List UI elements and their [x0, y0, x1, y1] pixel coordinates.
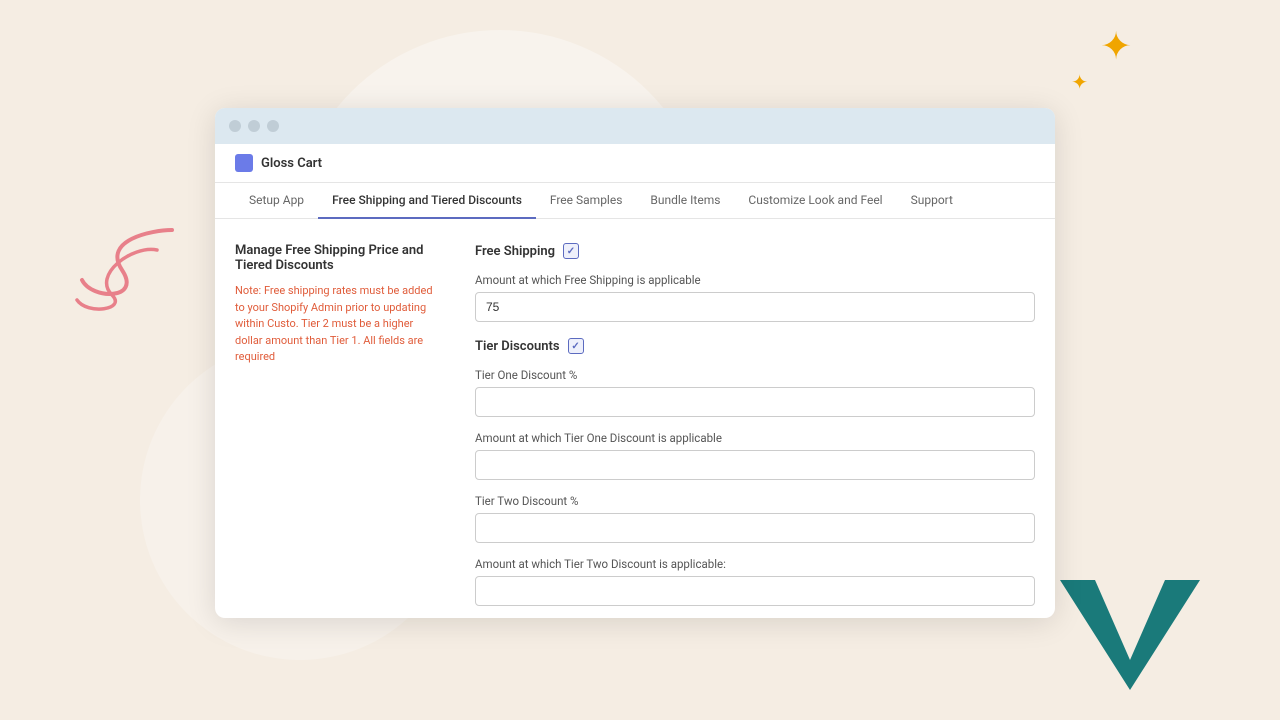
right-panel: Free Shipping Amount at which Free Shipp…: [475, 243, 1035, 594]
tab-customize[interactable]: Customize Look and Feel: [734, 183, 896, 219]
tier-one-amount-label: Amount at which Tier One Discount is app…: [475, 431, 1035, 445]
main-body: Manage Free Shipping Price and Tiered Di…: [215, 219, 1055, 618]
app-header: Gloss Cart: [215, 144, 1055, 183]
nav-tabs: Setup App Free Shipping and Tiered Disco…: [215, 183, 1055, 219]
tier-two-amount-group: Amount at which Tier Two Discount is app…: [475, 557, 1035, 606]
tier-discounts-checkbox[interactable]: [568, 338, 584, 354]
free-shipping-amount-input[interactable]: [475, 292, 1035, 322]
tier-one-amount-input[interactable]: [475, 450, 1035, 480]
free-shipping-label: Free Shipping: [475, 244, 555, 259]
star-large-icon: ✦: [1100, 28, 1132, 66]
tier-discounts-label: Tier Discounts: [475, 339, 560, 354]
squiggle-decoration: [72, 220, 192, 320]
app-logo-icon: [235, 154, 253, 172]
app-content: Gloss Cart Setup App Free Shipping and T…: [215, 144, 1055, 618]
left-panel: Manage Free Shipping Price and Tiered Di…: [235, 243, 435, 594]
tier-two-amount-label: Amount at which Tier Two Discount is app…: [475, 557, 1035, 571]
tab-bundle-items[interactable]: Bundle Items: [636, 183, 734, 219]
tab-free-samples[interactable]: Free Samples: [536, 183, 637, 219]
browser-dot-3: [267, 120, 279, 132]
tier-two-discount-input[interactable]: [475, 513, 1035, 543]
tab-setup-app[interactable]: Setup App: [235, 183, 318, 219]
browser-dot-2: [248, 120, 260, 132]
tier-discounts-heading: Tier Discounts: [475, 338, 1035, 354]
tier-one-amount-group: Amount at which Tier One Discount is app…: [475, 431, 1035, 480]
tab-support[interactable]: Support: [897, 183, 967, 219]
star-small-icon: ✦: [1071, 72, 1088, 92]
free-shipping-amount-group: Amount at which Free Shipping is applica…: [475, 273, 1035, 322]
browser-dot-1: [229, 120, 241, 132]
browser-chrome: [215, 108, 1055, 144]
tier-one-discount-group: Tier One Discount %: [475, 368, 1035, 417]
browser-window: Gloss Cart Setup App Free Shipping and T…: [215, 108, 1055, 618]
tier-two-discount-group: Tier Two Discount %: [475, 494, 1035, 543]
tab-free-shipping[interactable]: Free Shipping and Tiered Discounts: [318, 183, 536, 219]
tier-one-discount-input[interactable]: [475, 387, 1035, 417]
free-shipping-amount-label: Amount at which Free Shipping is applica…: [475, 273, 1035, 287]
panel-title: Manage Free Shipping Price and Tiered Di…: [235, 243, 435, 273]
tier-one-discount-label: Tier One Discount %: [475, 368, 1035, 382]
tier-two-amount-input[interactable]: [475, 576, 1035, 606]
tier-two-discount-label: Tier Two Discount %: [475, 494, 1035, 508]
teal-v-decoration: [1060, 580, 1200, 690]
app-title: Gloss Cart: [261, 156, 322, 171]
free-shipping-heading: Free Shipping: [475, 243, 1035, 259]
free-shipping-checkbox[interactable]: [563, 243, 579, 259]
panel-note: Note: Free shipping rates must be added …: [235, 283, 435, 366]
